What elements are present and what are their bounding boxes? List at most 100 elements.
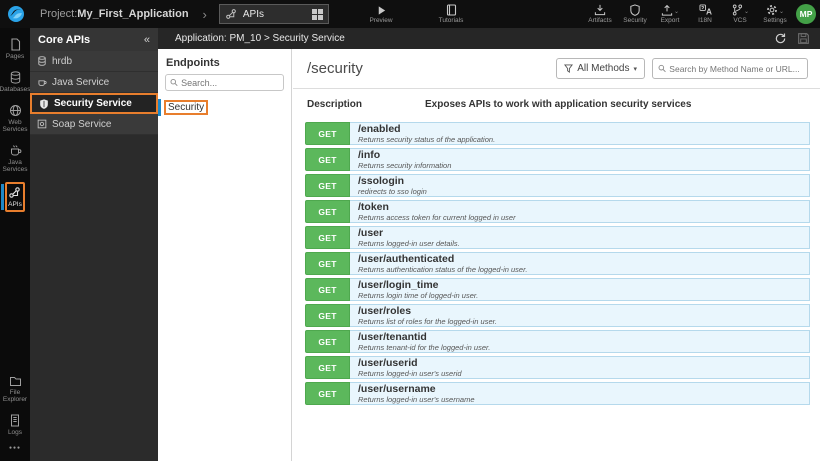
endpoint-list: GET /enabled Returns security status of … <box>293 119 820 405</box>
artifacts-button[interactable]: Artifacts <box>587 0 613 28</box>
branch-icon <box>732 4 743 16</box>
endpoint-body[interactable]: /ssologin redirects to sso login <box>350 174 810 197</box>
coffee-icon <box>10 145 21 156</box>
endpoint-body[interactable]: /user Returns logged-in user details. <box>350 226 810 249</box>
methods-filter-dropdown[interactable]: All Methods ▾ <box>556 58 645 79</box>
topbar-center: Preview Tutorials <box>368 0 464 28</box>
endpoint-body[interactable]: /user/authenticated Returns authenticati… <box>350 252 810 275</box>
database-icon <box>10 71 20 84</box>
shield-icon <box>630 4 640 16</box>
method-badge[interactable]: GET <box>305 148 350 171</box>
core-apis-item-hrdb[interactable]: hrdb <box>30 51 158 72</box>
method-badge[interactable]: GET <box>305 304 350 327</box>
tutorials-button[interactable]: Tutorials <box>438 0 464 28</box>
method-badge[interactable]: GET <box>305 278 350 301</box>
endpoints-panel: Endpoints Security <box>158 49 292 461</box>
core-apis-item-soap-service[interactable]: Soap Service <box>30 114 158 135</box>
rail-item-databases[interactable]: Databases <box>0 69 32 95</box>
grid-icon[interactable] <box>311 8 323 20</box>
method-badge[interactable]: GET <box>305 252 350 275</box>
rail-item-pages[interactable]: Pages <box>5 36 25 62</box>
endpoint-path: /token <box>358 200 389 213</box>
core-apis-item-java-service[interactable]: Java Service <box>30 72 158 93</box>
i18n-button[interactable]: A I18N <box>692 0 718 28</box>
security-button[interactable]: Security <box>622 0 648 28</box>
preview-button[interactable]: Preview <box>368 0 394 28</box>
endpoint-body[interactable]: /info Returns security information <box>350 148 810 171</box>
method-badge[interactable]: GET <box>305 226 350 249</box>
breadcrumb-bar: Application: PM_10 > Security Service <box>158 28 820 49</box>
caret-down-icon: ⌄ <box>778 9 785 15</box>
endpoint-path: /info <box>358 148 381 161</box>
endpoint-body[interactable]: /user/login_time Returns login time of l… <box>350 278 810 301</box>
core-apis-title: Core APIs <box>38 33 91 46</box>
core-apis-panel: Core APIs « hrdb Java Service Security S… <box>30 28 158 461</box>
endpoint-body[interactable]: /user/roles Returns list of roles for th… <box>350 304 810 327</box>
database-icon <box>38 56 46 66</box>
description-label: Description <box>307 99 363 110</box>
shield-icon <box>40 98 48 109</box>
endpoints-search-input[interactable] <box>181 77 279 88</box>
endpoint-item-security[interactable]: Security <box>158 99 291 116</box>
caret-down-icon: ⌄ <box>743 9 750 15</box>
collapse-panel-icon[interactable]: « <box>144 34 150 46</box>
endpoint-body[interactable]: /user/tenantid Returns tenant-id for the… <box>350 330 810 353</box>
endpoint-description: Returns tenant-id for the logged-in user… <box>358 342 491 352</box>
endpoint-body[interactable]: /enabled Returns security status of the … <box>350 122 810 145</box>
endpoint-description: Returns security information <box>358 160 452 170</box>
rail-item-java-services[interactable]: Java Services <box>0 142 30 175</box>
endpoint-row: GET /user/userid Returns logged-in user'… <box>305 356 810 379</box>
caret-down-icon: ▾ <box>633 65 637 73</box>
refresh-icon[interactable] <box>774 32 787 45</box>
core-apis-item-security-service[interactable]: Security Service <box>30 93 158 114</box>
method-badge[interactable]: GET <box>305 174 350 197</box>
rail-item-web-services[interactable]: Web Services <box>0 102 30 135</box>
endpoint-row: GET /info Returns security information <box>305 148 810 171</box>
endpoint-path: /user/login_time <box>358 278 439 291</box>
endpoint-description: Returns logged-in user details. <box>358 238 460 248</box>
page-icon <box>10 38 20 51</box>
rail-item-apis[interactable]: APIs <box>1 182 25 212</box>
user-avatar[interactable]: MP <box>796 4 816 24</box>
method-search-input[interactable] <box>669 63 802 74</box>
endpoint-body[interactable]: /user/username Returns logged-in user's … <box>350 382 810 405</box>
method-badge[interactable]: GET <box>305 200 350 223</box>
search-icon <box>170 78 178 87</box>
method-badge[interactable]: GET <box>305 356 350 379</box>
top-bar: Project:My_First_Application › APIs Prev… <box>0 0 820 28</box>
wavemaker-logo-icon <box>8 6 24 22</box>
endpoint-description: Returns login time of logged-in user. <box>358 290 479 300</box>
endpoint-path: /user/authenticated <box>358 252 455 265</box>
tab-apis[interactable]: APIs <box>218 4 329 24</box>
settings-button[interactable]: ⌄ Settings <box>762 0 788 28</box>
endpoint-row: GET /user/username Returns logged-in use… <box>305 382 810 405</box>
project-name[interactable]: Project:My_First_Application <box>40 8 189 20</box>
endpoint-path: /ssologin <box>358 174 405 187</box>
endpoint-description: Returns logged-in user's userid <box>358 368 462 378</box>
method-search[interactable] <box>652 58 808 79</box>
rail-item-file-explorer[interactable]: File Explorer <box>0 373 30 405</box>
method-badge[interactable]: GET <box>305 122 350 145</box>
endpoint-body[interactable]: /token Returns access token for current … <box>350 200 810 223</box>
endpoints-search[interactable] <box>165 74 284 91</box>
tab-apis-label: APIs <box>242 8 265 20</box>
endpoint-description: Returns security status of the applicati… <box>358 134 496 144</box>
main-content: /security All Methods ▾ Description Expo… <box>293 49 820 461</box>
endpoint-description: Returns access token for current logged … <box>358 212 516 222</box>
app-logo[interactable] <box>0 5 32 23</box>
endpoint-row: GET /user Returns logged-in user details… <box>305 226 810 249</box>
endpoint-row: GET /user/roles Returns list of roles fo… <box>305 304 810 327</box>
method-badge[interactable]: GET <box>305 382 350 405</box>
endpoint-row: GET /enabled Returns security status of … <box>305 122 810 145</box>
endpoint-path: /user/username <box>358 382 436 395</box>
endpoint-path: /user <box>358 226 384 239</box>
more-options-icon[interactable]: ●●● <box>9 445 21 451</box>
endpoint-body[interactable]: /user/userid Returns logged-in user's us… <box>350 356 810 379</box>
save-icon[interactable] <box>797 32 810 45</box>
download-tray-icon <box>594 4 606 16</box>
export-button[interactable]: ⌄ Export <box>657 0 683 28</box>
left-rail: Pages Databases Web Services Java Servic… <box>0 28 32 461</box>
rail-item-logs[interactable]: Logs <box>7 412 23 438</box>
vcs-button[interactable]: ⌄ VCS <box>727 0 753 28</box>
method-badge[interactable]: GET <box>305 330 350 353</box>
